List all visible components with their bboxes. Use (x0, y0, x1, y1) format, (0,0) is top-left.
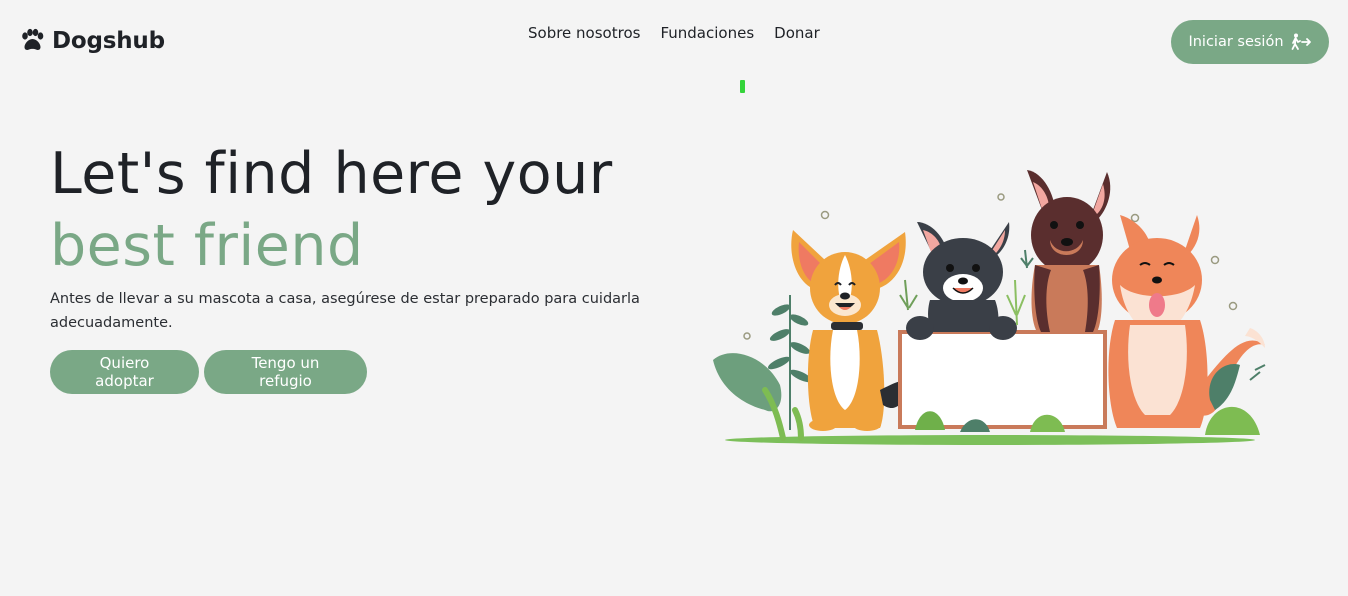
dog-gray (906, 222, 1017, 340)
dogs-illustration (713, 170, 1266, 445)
hero-title-line1: Let's find here your (50, 141, 613, 207)
login-button[interactable]: Iniciar sesión (1171, 20, 1329, 64)
shelter-button[interactable]: Tengo un refugio (204, 350, 367, 394)
nav-item-sobre-nosotros[interactable]: Sobre nosotros (528, 24, 640, 42)
dog-fox (1108, 215, 1265, 428)
dog-brown (1027, 170, 1111, 332)
walking-exit-icon (1291, 33, 1311, 50)
status-indicator (740, 80, 745, 93)
main-nav: Sobre nosotros Fundaciones Donar (528, 24, 820, 42)
brand-name: Dogshub (52, 28, 165, 54)
nav-item-donar[interactable]: Donar (774, 24, 820, 42)
site-header: Dogshub Sobre nosotros Fundaciones Donar… (0, 0, 1348, 86)
hero-title: Let's find here your best friend (50, 138, 613, 282)
paw-icon (22, 28, 44, 50)
hero-subtitle: Antes de llevar a su mascota a casa, ase… (50, 291, 640, 331)
dog-orange (791, 230, 907, 431)
brand-logo[interactable]: Dogshub (19, 28, 165, 54)
hero-title-accent: best friend (50, 213, 364, 279)
nav-item-fundaciones[interactable]: Fundaciones (660, 24, 754, 42)
adopt-button[interactable]: Quiero adoptar (50, 350, 199, 394)
login-button-label: Iniciar sesión (1188, 34, 1284, 50)
